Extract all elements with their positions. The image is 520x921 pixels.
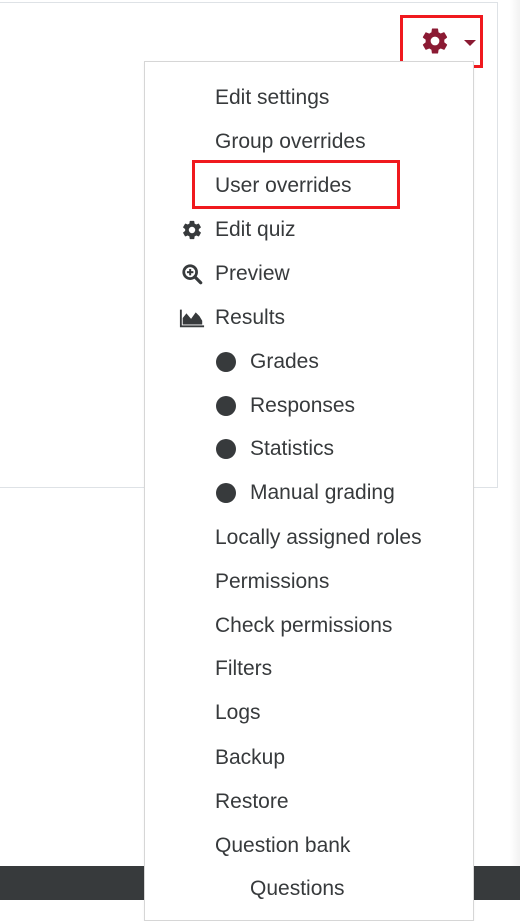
menu-item-label: Edit quiz <box>215 218 296 241</box>
menu-item-label: Permissions <box>215 570 330 593</box>
menu-item-label: Restore <box>215 790 289 813</box>
menu-item-label: Responses <box>250 394 356 417</box>
menu-item-manual-grading[interactable]: Manual grading <box>145 473 473 513</box>
menu-item-check-permissions[interactable]: Check permissions <box>145 606 473 646</box>
menu-item-label: User overrides <box>215 174 352 197</box>
gear-icon <box>179 217 205 243</box>
menu-item-responses[interactable]: Responses <box>145 386 473 426</box>
menu-item-label: Question bank <box>215 834 351 857</box>
menu-item-edit-quiz[interactable]: Edit quiz <box>145 210 473 250</box>
menu-item-permissions[interactable]: Permissions <box>145 562 473 602</box>
menu-item-label: Results <box>215 306 286 329</box>
menu-item-label: Check permissions <box>215 614 393 637</box>
menu-item-label: Questions <box>250 877 345 900</box>
area-chart-icon <box>179 305 205 331</box>
gear-icon <box>422 28 448 54</box>
menu-item-edit-settings[interactable]: Edit settings <box>145 78 473 118</box>
menu-item-preview[interactable]: Preview <box>145 254 473 294</box>
menu-item-restore[interactable]: Restore <box>145 782 473 822</box>
menu-item-label: Locally assigned roles <box>215 526 422 549</box>
menu-item-label: Statistics <box>250 437 335 460</box>
menu-item-label: Manual grading <box>250 481 395 504</box>
bullet-icon <box>216 352 236 372</box>
menu-item-label: Edit settings <box>215 86 330 109</box>
menu-item-locally-assigned-roles[interactable]: Locally assigned roles <box>145 518 473 558</box>
bullet-icon <box>216 396 236 416</box>
menu-item-label: Preview <box>215 262 290 285</box>
menu-item-logs[interactable]: Logs <box>145 693 473 733</box>
menu-item-filters[interactable]: Filters <box>145 649 473 689</box>
bullet-icon <box>216 483 236 503</box>
bullet-icon <box>216 439 236 459</box>
menu-item-user-overrides[interactable]: User overrides <box>145 166 473 206</box>
menu-item-label: Group overrides <box>215 130 366 153</box>
page-edge-shadow <box>510 0 520 866</box>
menu-item-group-overrides[interactable]: Group overrides <box>145 122 473 162</box>
menu-item-questions[interactable]: Questions <box>145 869 473 909</box>
menu-item-label: Backup <box>215 746 286 769</box>
actions-menu-toggle[interactable] <box>418 26 478 56</box>
menu-item-label: Filters <box>215 657 273 680</box>
menu-item-label: Grades <box>250 350 319 373</box>
caret-down-icon <box>464 40 476 46</box>
menu-item-label: Logs <box>215 701 261 724</box>
actions-dropdown-menu: Edit settings Group overrides User overr… <box>144 61 474 921</box>
menu-item-question-bank[interactable]: Question bank <box>145 826 473 866</box>
menu-item-statistics[interactable]: Statistics <box>145 429 473 469</box>
menu-item-backup[interactable]: Backup <box>145 738 473 778</box>
menu-item-grades[interactable]: Grades <box>145 342 473 382</box>
zoom-in-icon <box>179 261 205 287</box>
menu-item-results[interactable]: Results <box>145 298 473 338</box>
